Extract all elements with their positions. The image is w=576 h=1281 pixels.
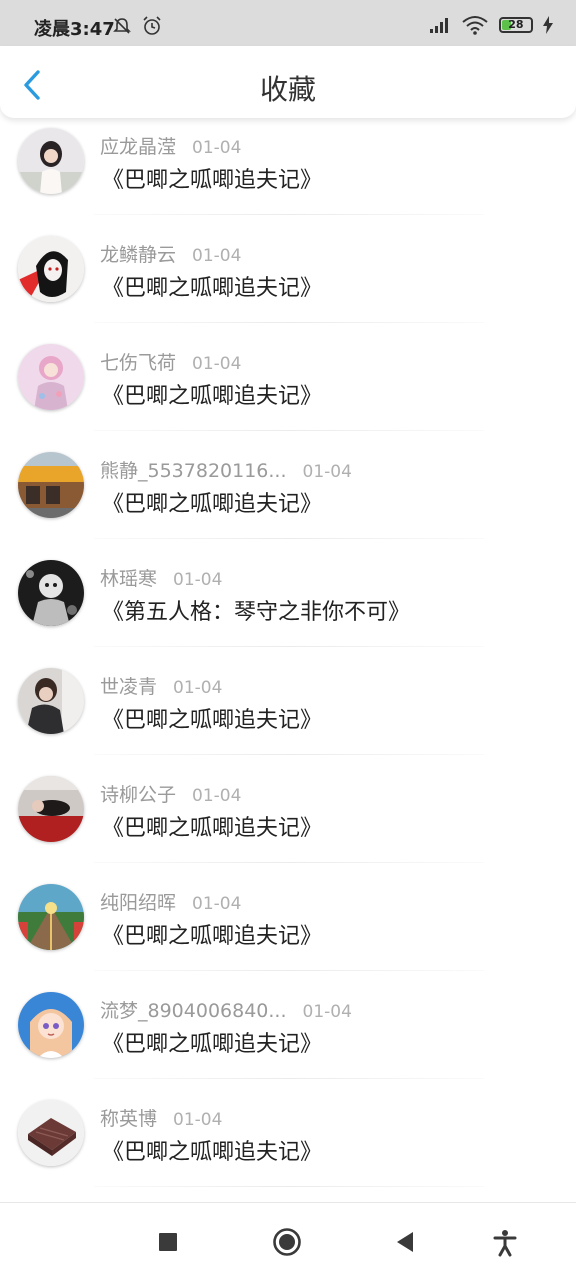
divider [94,754,484,755]
list-item-meta: 流梦_8904006840... 01-04 [100,996,352,1023]
list-item-meta: 应龙晶滢 01-04 [100,132,241,159]
username[interactable]: 熊静_5537820116... [100,460,287,482]
divider [94,430,484,431]
list-item[interactable]: 纯阳绍晖 01-04 《巴唧之呱唧追夫记》 [0,874,576,982]
avatar[interactable] [18,668,84,734]
notifications-off-icon [113,18,131,34]
username[interactable]: 世凌青 [100,676,157,698]
date: 01-04 [192,354,242,374]
status-time: 凌晨3:47 [34,19,115,40]
divider [94,322,484,323]
divider [94,862,484,863]
wifi-icon [462,15,488,35]
list-item-meta: 世凌青 01-04 [100,672,222,699]
list-item-meta: 熊静_5537820116... 01-04 [100,456,352,483]
list-item[interactable]: 流梦_8904006840... 01-04 《巴唧之呱唧追夫记》 [0,982,576,1090]
username[interactable]: 林瑶寒 [100,568,157,590]
charging-icon [543,15,553,34]
avatar[interactable] [18,884,84,950]
date: 01-04 [192,786,242,806]
home-icon[interactable] [272,1227,302,1257]
alarm-icon [143,16,161,35]
username[interactable]: 纯阳绍晖 [100,892,176,914]
list-item-meta: 纯阳绍晖 01-04 [100,888,241,915]
list-item-meta: 诗柳公子 01-04 [100,780,241,807]
page-title: 收藏 [259,73,316,106]
status-left-icons [112,15,163,37]
username[interactable]: 流梦_8904006840... [100,1000,287,1022]
work-title[interactable]: 《巴唧之呱唧追夫记》 [102,810,322,842]
avatar[interactable] [18,992,84,1058]
divider [94,1078,484,1079]
work-title[interactable]: 《巴唧之呱唧追夫记》 [102,162,322,194]
list-item[interactable]: 应龙晶滢 01-04 《巴唧之呱唧追夫记》 [0,118,576,226]
recent-apps-icon[interactable] [153,1227,183,1257]
avatar[interactable] [18,560,84,626]
work-title[interactable]: 《第五人格：琴守之非你不可》 [102,594,410,626]
divider [94,1186,484,1187]
date: 01-04 [173,1110,223,1130]
work-title[interactable]: 《巴唧之呱唧追夫记》 [102,486,322,518]
list-item-meta: 七伤飞荷 01-04 [100,348,241,375]
system-nav-bar [0,1202,576,1281]
avatar[interactable] [18,128,84,194]
date: 01-04 [302,1002,352,1022]
status-right: 28 [429,14,554,36]
signal-icon [429,17,448,33]
header-bar: 收藏 [0,46,576,118]
list-item[interactable]: 熊静_5537820116... 01-04 《巴唧之呱唧追夫记》 [0,442,576,550]
date: 01-04 [173,570,223,590]
divider [94,970,484,971]
avatar[interactable] [18,1100,84,1166]
date: 01-04 [173,678,223,698]
avatar[interactable] [18,236,84,302]
battery-icon: 28 [498,16,533,33]
avatar[interactable] [18,452,84,518]
date: 01-04 [302,462,352,482]
date: 01-04 [192,246,242,266]
work-title[interactable]: 《巴唧之呱唧追夫记》 [102,1026,322,1058]
username[interactable]: 七伤飞荷 [100,352,176,374]
date: 01-04 [192,138,242,158]
username[interactable]: 称英博 [100,1108,157,1130]
list-item[interactable]: 世凌青 01-04 《巴唧之呱唧追夫记》 [0,658,576,766]
list-item[interactable]: 林瑶寒 01-04 《第五人格：琴守之非你不可》 [0,550,576,658]
work-title[interactable]: 《巴唧之呱唧追夫记》 [102,270,322,302]
divider [94,538,484,539]
work-title[interactable]: 《巴唧之呱唧追夫记》 [102,1134,322,1166]
work-title[interactable]: 《巴唧之呱唧追夫记》 [102,702,322,734]
divider [94,646,484,647]
status-bar: 凌晨3:47 28 [0,0,576,46]
work-title[interactable]: 《巴唧之呱唧追夫记》 [102,378,322,410]
accessibility-icon[interactable] [490,1227,520,1257]
username[interactable]: 诗柳公子 [100,784,176,806]
username[interactable]: 龙鳞静云 [100,244,176,266]
avatar[interactable] [18,776,84,842]
avatar[interactable] [18,344,84,410]
list-item-meta: 龙鳞静云 01-04 [100,240,241,267]
battery-level: 28 [508,17,524,31]
divider [94,214,484,215]
username[interactable]: 应龙晶滢 [100,136,176,158]
list-item-meta: 称英博 01-04 [100,1104,222,1131]
list-item-meta: 林瑶寒 01-04 [100,564,222,591]
list-item[interactable]: 称英博 01-04 《巴唧之呱唧追夫记》 [0,1090,576,1198]
list-item[interactable]: 诗柳公子 01-04 《巴唧之呱唧追夫记》 [0,766,576,874]
list-item[interactable]: 七伤飞荷 01-04 《巴唧之呱唧追夫记》 [0,334,576,442]
favorites-list: 应龙晶滢 01-04 《巴唧之呱唧追夫记》 龙鳞静云 01-04 《巴唧之呱唧追夫记… [0,118,576,1202]
date: 01-04 [192,894,242,914]
work-title[interactable]: 《巴唧之呱唧追夫记》 [102,918,322,950]
back-triangle-icon[interactable] [391,1227,421,1257]
list-item[interactable]: 龙鳞静云 01-04 《巴唧之呱唧追夫记》 [0,226,576,334]
